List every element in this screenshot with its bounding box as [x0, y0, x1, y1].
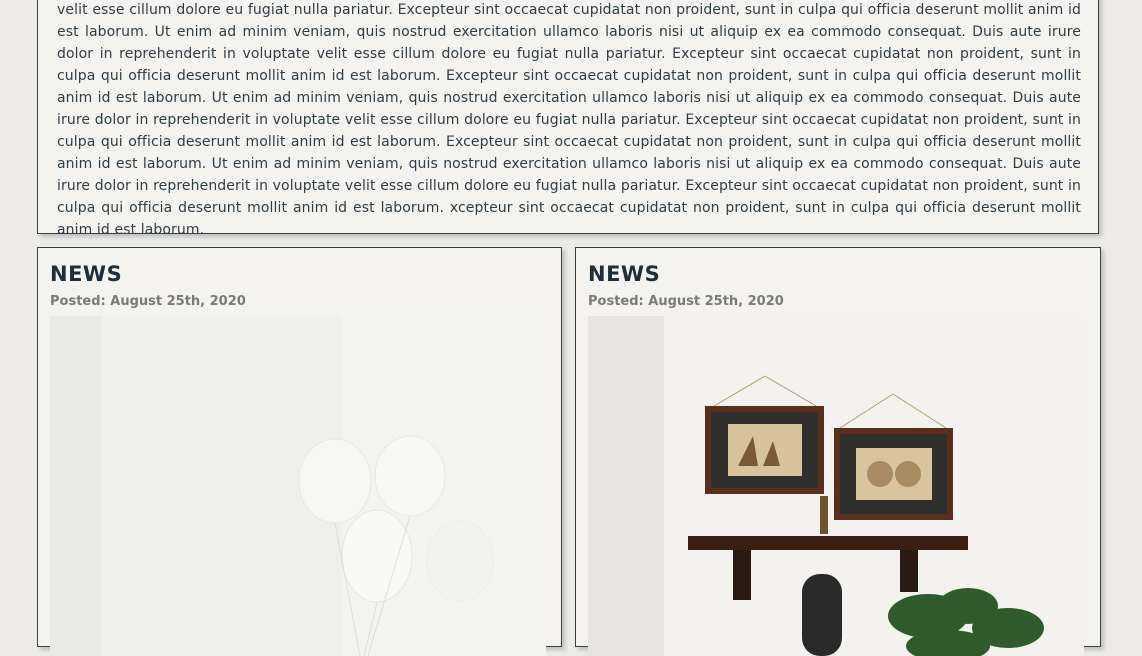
- news-date: Posted: August 25th, 2020: [50, 294, 246, 309]
- news-title[interactable]: NEWS: [50, 262, 122, 286]
- intro-paragraph: velit esse cillum dolore eu fugiat nulla…: [57, 2, 1081, 238]
- news-image-balloons[interactable]: [50, 316, 546, 656]
- news-card[interactable]: NEWS Posted: August 25th, 2020: [37, 247, 562, 656]
- news-card[interactable]: NEWS Posted: August 25th, 2020: [575, 247, 1101, 656]
- news-image-shelf[interactable]: [588, 316, 1084, 656]
- news-title[interactable]: NEWS: [588, 262, 660, 286]
- intro-text-card: velit esse cillum dolore eu fugiat nulla…: [37, 0, 1099, 238]
- news-date: Posted: August 25th, 2020: [588, 294, 784, 309]
